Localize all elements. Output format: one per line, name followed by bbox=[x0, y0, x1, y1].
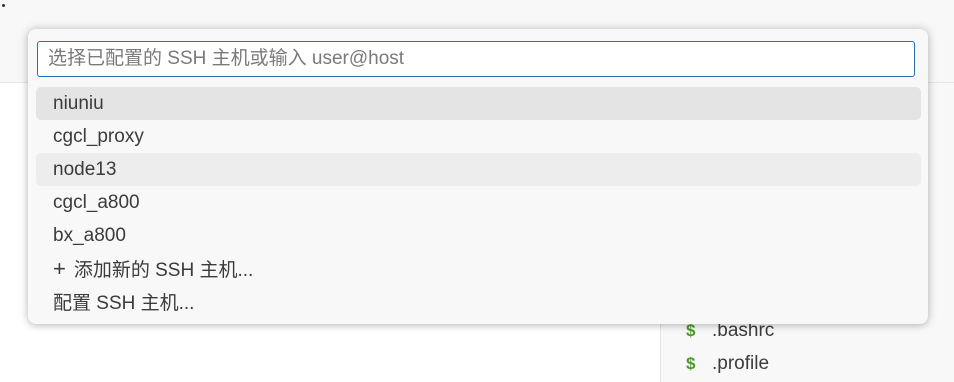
host-item-cgcl-proxy[interactable]: cgcl_proxy bbox=[36, 120, 921, 153]
plus-icon: + bbox=[53, 255, 66, 281]
configure-ssh-hosts-item[interactable]: 配置 SSH 主机... bbox=[36, 285, 921, 318]
menu-dot bbox=[2, 4, 5, 7]
host-label: bx_a800 bbox=[53, 224, 126, 246]
ssh-host-quick-pick: niuniu cgcl_proxy node13 cgcl_a800 bx_a8… bbox=[28, 29, 928, 324]
host-label: cgcl_a800 bbox=[53, 191, 140, 213]
dollar-icon: $ bbox=[686, 321, 696, 340]
host-item-bx-a800[interactable]: bx_a800 bbox=[36, 219, 921, 252]
host-item-niuniu[interactable]: niuniu bbox=[36, 87, 921, 120]
file-item-profile[interactable]: $ .profile bbox=[686, 350, 769, 378]
host-list: niuniu cgcl_proxy node13 cgcl_a800 bx_a8… bbox=[36, 87, 921, 318]
host-label: niuniu bbox=[53, 92, 104, 114]
dollar-icon: $ bbox=[686, 354, 696, 373]
add-new-ssh-host-item[interactable]: + 添加新的 SSH 主机... bbox=[36, 252, 921, 285]
configure-label: 配置 SSH 主机... bbox=[53, 293, 195, 314]
host-label: cgcl_proxy bbox=[53, 125, 144, 147]
host-label: node13 bbox=[53, 158, 117, 180]
host-item-cgcl-a800[interactable]: cgcl_a800 bbox=[36, 186, 921, 219]
add-host-label: 添加新的 SSH 主机... bbox=[73, 260, 254, 281]
host-search-input[interactable] bbox=[37, 41, 915, 77]
host-item-node13[interactable]: node13 bbox=[36, 153, 921, 186]
file-name: .profile bbox=[712, 353, 770, 374]
